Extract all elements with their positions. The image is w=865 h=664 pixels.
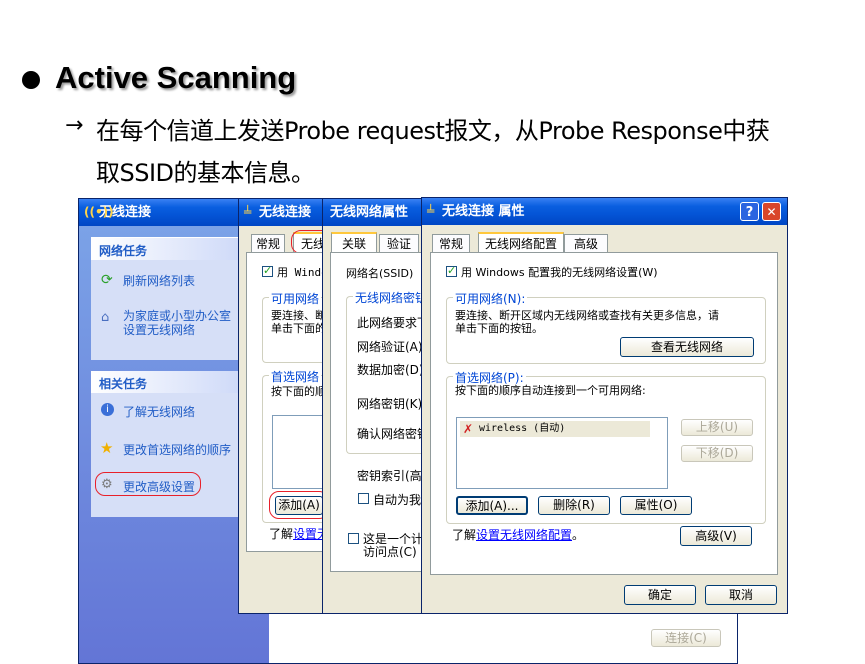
adhoc-label-2: 访问点(C) xyxy=(363,545,417,559)
cancel-button[interactable]: 取消 xyxy=(705,585,777,605)
auth-label: 网络验证(A) xyxy=(357,340,423,354)
refresh-network-list-link[interactable]: 刷新网络列表 xyxy=(123,272,195,289)
key-group-title: 无线网络密钥 xyxy=(353,289,430,306)
learn-prefix: 了解 xyxy=(269,527,294,541)
connection-icon: ╧ xyxy=(244,205,252,219)
help-button[interactable]: ? xyxy=(740,202,759,221)
connect-button[interactable]: 连接(C) xyxy=(651,629,721,647)
close-button[interactable]: ✕ xyxy=(762,202,781,221)
learn-text: 了解设置无线网络配置。 xyxy=(452,526,584,543)
auto-key-checkbox[interactable] xyxy=(358,493,369,504)
ok-button[interactable]: 确定 xyxy=(624,585,696,605)
available-group-title: 可用网络(N): xyxy=(453,290,528,307)
bullet-dot xyxy=(22,71,40,89)
network-item-label: wireless (自动) xyxy=(479,423,566,434)
arrow-icon: → xyxy=(65,113,84,138)
add-button[interactable]: 添加(A)... xyxy=(456,496,528,515)
refresh-icon: ⟳ xyxy=(101,272,113,288)
ssid-label: 网络名(SSID) xyxy=(346,267,414,280)
properties-button[interactable]: 属性(O) xyxy=(620,496,692,515)
learn-prefix: 了解 xyxy=(452,528,477,542)
learn-wireless-link[interactable]: 了解无线网络 xyxy=(123,403,195,420)
auto-key-label: 自动为我 xyxy=(373,493,422,507)
description-line-1: 在每个信道上发送Probe request报文，从Probe Response中… xyxy=(96,117,770,145)
list-item[interactable]: ✗ wireless (自动) xyxy=(460,421,650,437)
tab-general[interactable]: 常规 xyxy=(251,234,285,253)
slide-heading: Active Scanning xyxy=(55,60,297,95)
description-line-2: 取SSID的基本信息。 xyxy=(96,159,315,187)
tab-association[interactable]: 关联 xyxy=(331,232,377,253)
wireless-icon: ((•)) xyxy=(84,205,114,219)
tab-advanced[interactable]: 高级 xyxy=(564,234,608,253)
network-properties-window: 无线网络属性 关联 验证 网络名(SSID) 无线网络密钥 此网络要求下 网络验… xyxy=(322,198,437,614)
antenna-icon: ✗ xyxy=(463,422,474,436)
view-networks-button[interactable]: 查看无线网络 xyxy=(620,337,754,357)
use-windows-label: 用 Windo xyxy=(277,266,328,279)
window-titlebar: ╧ 无线连接 属性 xyxy=(422,198,787,225)
change-order-link[interactable]: 更改首选网络的顺序 xyxy=(123,441,231,458)
use-windows-checkbox[interactable] xyxy=(262,264,273,277)
learn-text: 了解设置无 xyxy=(269,525,329,542)
learn-link[interactable]: 设置无线网络配置 xyxy=(476,528,572,542)
available-text-2: 单击下面的按钮。 xyxy=(455,322,543,335)
move-down-button[interactable]: 下移(D) xyxy=(681,445,753,462)
network-tasks-header: 网络任务 xyxy=(99,244,148,258)
available-text-2: 单击下面的 xyxy=(271,322,326,335)
highlight-oval xyxy=(95,472,201,496)
highlight-oval xyxy=(269,491,329,519)
setup-icon: ⌂ xyxy=(101,310,110,325)
window-title: 无线连接 属性 xyxy=(442,204,525,219)
network-list[interactable]: ✗ wireless (自动) xyxy=(456,417,668,489)
connection-icon: ╧ xyxy=(427,204,435,218)
tab-wireless-config[interactable]: 无线网络配置 xyxy=(478,232,564,253)
star-icon: ★ xyxy=(100,439,114,457)
related-tasks-header: 相关任务 xyxy=(99,377,148,391)
network-key-label: 网络密钥(K) xyxy=(357,397,423,411)
move-up-button[interactable]: 上移(U) xyxy=(681,419,753,436)
adhoc-checkbox[interactable] xyxy=(348,533,359,544)
use-windows-label: 用 Windows 配置我的无线网络设置(W) xyxy=(461,266,658,279)
connection-properties-window: ╧ 无线连接 属性 ? ✕ 常规 无线网络配置 高级 用 Windows 配置我… xyxy=(421,197,788,614)
encryption-label: 数据加密(D) xyxy=(357,363,424,377)
tab-authentication[interactable]: 验证 xyxy=(379,234,419,253)
available-group-title: 可用网络 xyxy=(269,290,322,307)
window-title: 无线网络属性 xyxy=(330,205,409,220)
key-index-label: 密钥索引(高 xyxy=(357,469,422,483)
setup-network-link[interactable]: 为家庭或小型办公室设置无线网络 xyxy=(123,309,241,339)
remove-button[interactable]: 删除(R) xyxy=(538,496,610,515)
window-titlebar: 无线网络属性 xyxy=(323,199,431,226)
advanced-button[interactable]: 高级(V) xyxy=(680,526,752,546)
confirm-key-label: 确认网络密钥 xyxy=(357,427,430,441)
info-icon: i xyxy=(101,403,114,416)
tab-general[interactable]: 常规 xyxy=(432,234,470,253)
learn-suffix: 。 xyxy=(572,528,585,542)
use-windows-checkbox[interactable] xyxy=(446,264,457,277)
preferred-text: 按下面的顺序自动连接到一个可用网络: xyxy=(455,384,646,397)
preferred-text: 按下面的顺 xyxy=(271,385,326,398)
needs-key-label: 此网络要求下 xyxy=(357,316,430,330)
window-title: 无线连接 xyxy=(259,205,312,220)
